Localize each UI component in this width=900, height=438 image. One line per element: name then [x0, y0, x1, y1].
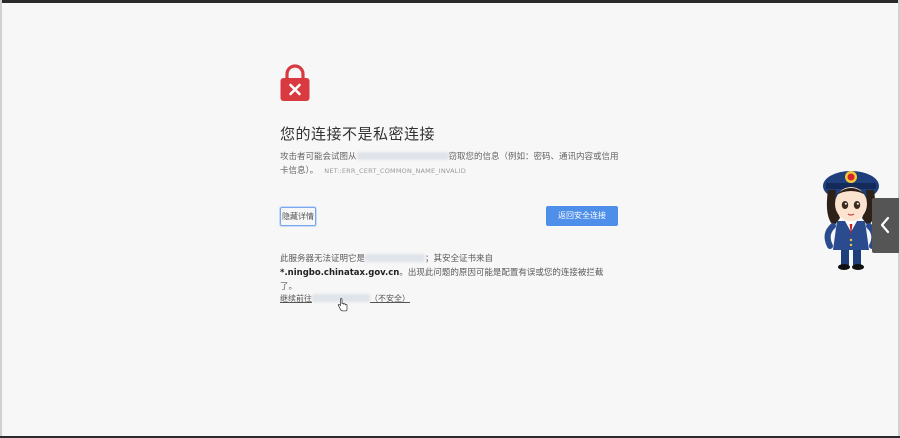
redacted-host-1	[365, 254, 426, 262]
certificate-explanation: 此服务器无法证明它是 ；其安全证书来自 *.ningbo.chinatax.gov.…	[280, 252, 620, 294]
error-code: NET::ERR_CERT_COMMON_NAME_INVALID	[324, 167, 466, 175]
window-top-edge	[0, 0, 900, 3]
desc-prefix: 攻击者可能会试图从	[280, 152, 357, 162]
certificate-domain: *.ningbo.chinatax.gov.cn	[280, 268, 400, 278]
proceed-prefix: 继续前往	[280, 294, 312, 303]
explain-prefix: 此服务器无法证明它是	[280, 254, 366, 264]
lock-icon	[280, 64, 310, 101]
cursor-icon	[337, 298, 348, 312]
side-panel-toggle[interactable]	[872, 198, 899, 253]
page-title: 您的连接不是私密连接	[280, 125, 436, 143]
chevron-left-icon	[880, 216, 890, 234]
details-button[interactable]: 隐藏详情	[280, 207, 316, 226]
explain-mid: ；其安全证书来自	[425, 254, 494, 264]
proceed-suffix: （不安全）	[370, 294, 410, 303]
warning-description: 攻击者可能会试图从 窃取您的信息（例如：密码、通讯内容或信用卡信息）。 NET::E…	[280, 150, 625, 178]
window-left-edge	[0, 0, 2, 438]
back-to-safety-button[interactable]: 返回安全连接	[546, 206, 618, 226]
redacted-hostname	[356, 152, 449, 160]
